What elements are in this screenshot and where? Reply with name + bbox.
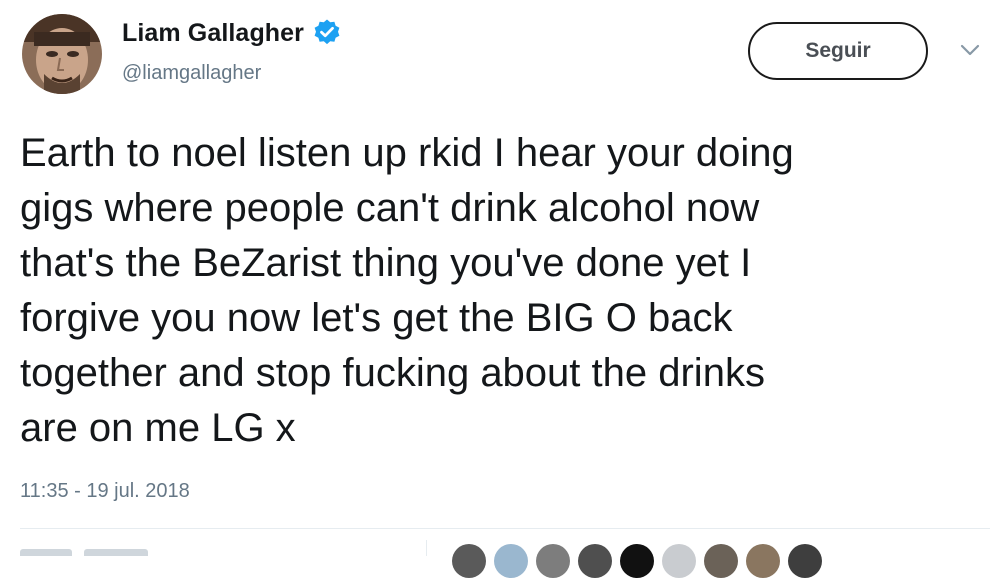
liker-avatar[interactable] <box>662 544 696 578</box>
tweet-stats <box>20 546 400 556</box>
divider <box>20 528 990 529</box>
liker-avatar[interactable] <box>452 544 486 578</box>
liker-avatar[interactable] <box>704 544 738 578</box>
tweet-text: Earth to noel listen up rkid I hear your… <box>20 131 794 450</box>
stat-placeholder <box>20 549 72 556</box>
chevron-down-icon[interactable] <box>959 42 981 58</box>
liker-avatar[interactable] <box>536 544 570 578</box>
avatar[interactable] <box>22 14 102 94</box>
liker-avatar[interactable] <box>746 544 780 578</box>
liker-avatar[interactable] <box>620 544 654 578</box>
user-handle[interactable]: @liamgallagher <box>122 62 261 85</box>
tweet-timestamp[interactable]: 11:35 - 19 jul. 2018 <box>20 480 190 503</box>
stat-placeholder <box>84 549 149 556</box>
liker-avatars <box>452 544 822 578</box>
liker-avatar[interactable] <box>578 544 612 578</box>
display-name[interactable]: Liam Gallagher <box>122 19 304 48</box>
liker-avatar[interactable] <box>788 544 822 578</box>
tweet-card: Liam Gallagher @liamgallagher Seguir Ear… <box>0 0 990 578</box>
follow-button[interactable]: Seguir <box>748 22 928 80</box>
stats-separator <box>426 540 427 556</box>
verified-badge-icon <box>314 19 340 45</box>
display-name-row: Liam Gallagher <box>122 18 342 48</box>
liker-avatar[interactable] <box>494 544 528 578</box>
avatar-image <box>22 14 102 94</box>
